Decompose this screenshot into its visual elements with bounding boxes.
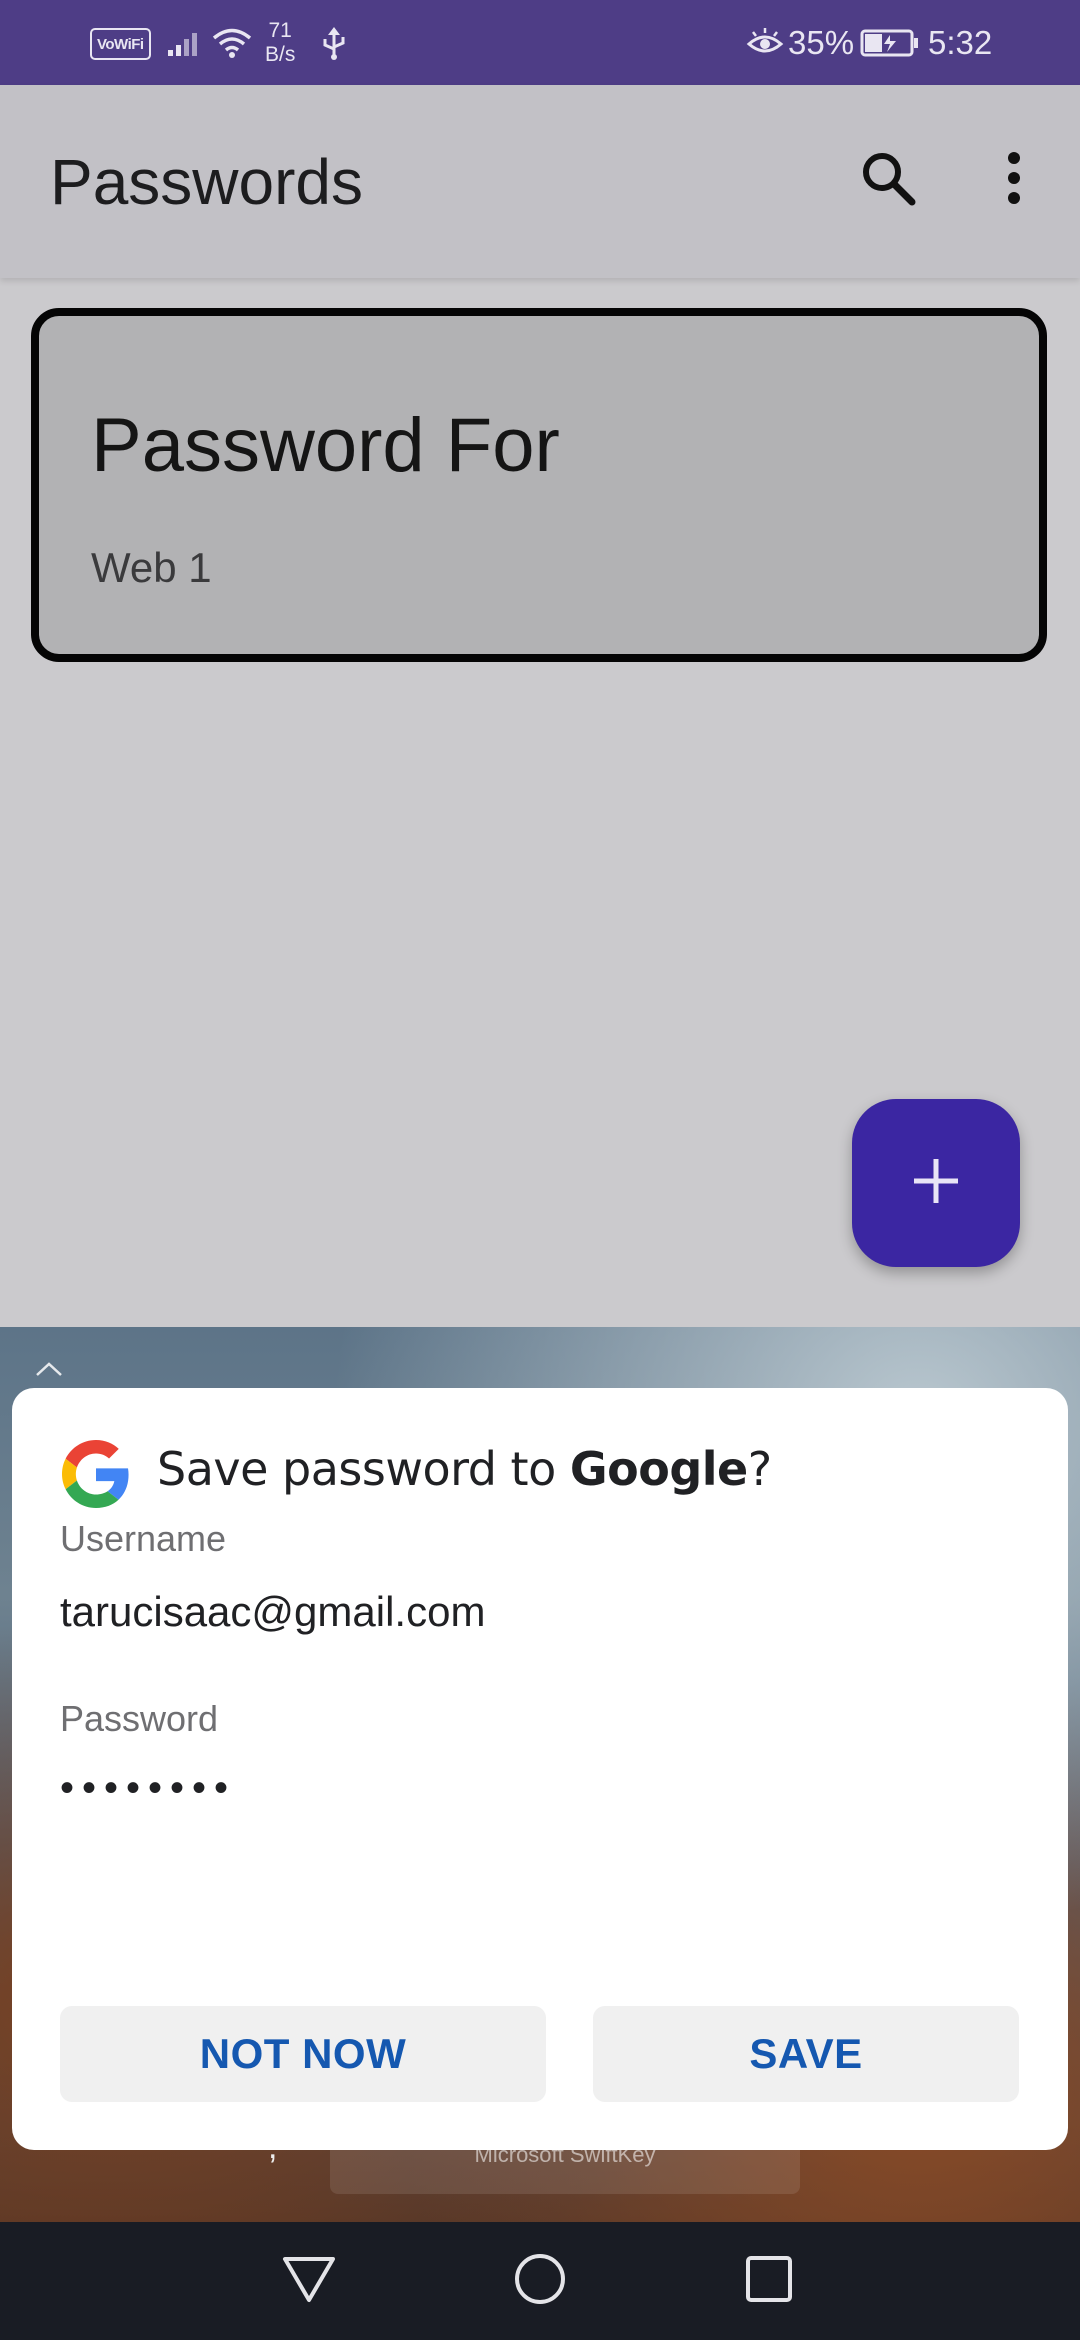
search-icon <box>858 148 918 213</box>
more-vert-icon <box>1004 150 1024 211</box>
back-button[interactable] <box>274 2246 344 2316</box>
save-button[interactable]: SAVE <box>593 2006 1019 2102</box>
wifi-icon <box>212 0 252 85</box>
battery-charging-icon <box>860 0 920 85</box>
net-speed-value: 71 <box>268 18 292 42</box>
navigation-bar <box>0 2222 1080 2340</box>
dialog-title-brand: Google <box>569 1442 748 1496</box>
keyboard-expand-icon[interactable] <box>34 1360 64 1378</box>
home-button[interactable] <box>505 2246 575 2316</box>
battery-percent: 35% <box>788 23 855 61</box>
dialog-title: Save password to Google? <box>157 1442 772 1496</box>
clock: 5:32 <box>928 23 993 61</box>
home-circle-icon <box>513 2252 567 2311</box>
dialog-title-suffix: ? <box>747 1442 772 1496</box>
recents-square-icon <box>744 2254 794 2309</box>
eye-comfort-icon <box>746 0 784 85</box>
network-speed: 71 B/s <box>265 0 295 85</box>
password-card-subtitle: Web 1 <box>91 544 212 591</box>
app-bar: Passwords <box>0 85 1080 278</box>
usb-icon <box>322 0 346 85</box>
username-label: Username <box>60 1518 227 1559</box>
not-now-button[interactable]: NOT NOW <box>60 2006 546 2102</box>
recents-button[interactable] <box>734 2246 804 2316</box>
password-value: •••••••• <box>60 1766 237 1810</box>
save-password-dialog: Save password to Google? Username taruci… <box>12 1388 1068 2150</box>
vowifi-label: VoWiFi <box>97 35 144 53</box>
back-triangle-icon <box>281 2254 337 2309</box>
more-options-button[interactable] <box>974 140 1054 220</box>
page-title: Passwords <box>50 146 363 218</box>
net-speed-unit: B/s <box>265 42 296 66</box>
search-button[interactable] <box>848 140 928 220</box>
google-logo-icon <box>62 1440 130 1508</box>
dialog-title-prefix: Save password to <box>157 1442 570 1496</box>
username-value: tarucisaac@gmail.com <box>60 1588 486 1635</box>
status-bar: VoWiFi 71 B/s 35% 5:32 <box>0 0 1080 85</box>
password-card-title: Password For <box>91 403 560 488</box>
password-label: Password <box>60 1698 219 1739</box>
add-password-button[interactable] <box>852 1099 1020 1267</box>
signal-icon <box>168 0 204 85</box>
password-card[interactable]: Password For Web 1 <box>31 308 1047 662</box>
plus-icon <box>910 1155 962 1212</box>
vowifi-icon: VoWiFi <box>90 28 151 60</box>
